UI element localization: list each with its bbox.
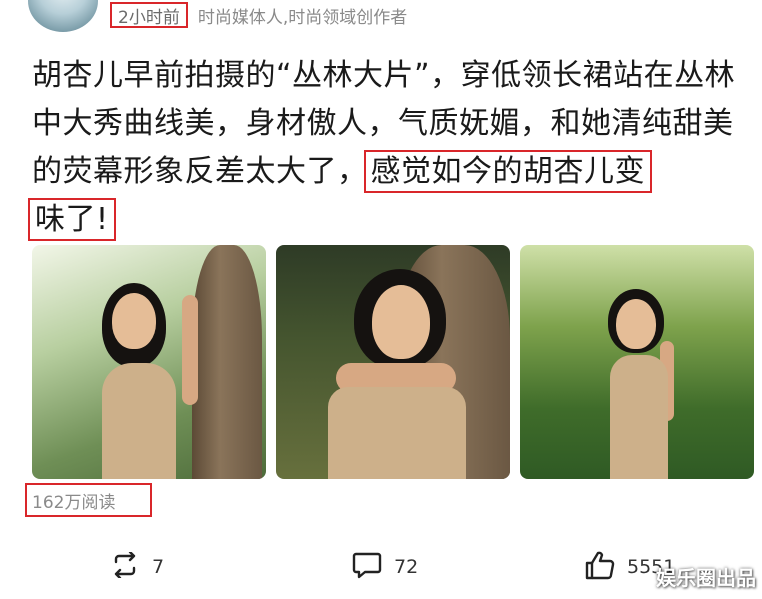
comment-button[interactable]: 72 xyxy=(352,546,418,588)
repost-button[interactable]: 7 xyxy=(110,546,164,588)
thumbs-up-icon xyxy=(585,550,615,584)
read-count-label: 162万阅读 xyxy=(32,492,116,513)
post-photo-1[interactable] xyxy=(32,245,266,479)
comment-count: 72 xyxy=(394,556,419,578)
photo-grid xyxy=(32,245,754,479)
post-photo-2[interactable] xyxy=(276,245,510,479)
watermark: 娱乐圈出品 xyxy=(656,566,756,590)
author-description: 时尚媒体人,时尚领域创作者 xyxy=(197,7,408,28)
comment-icon xyxy=(352,551,382,583)
post-text-highlight-1: 感觉如今的胡杏儿变 xyxy=(363,150,652,193)
post-meta: 2小时前 时尚媒体人,时尚领域创作者 xyxy=(110,2,407,28)
repost-count: 7 xyxy=(152,556,165,578)
author-avatar[interactable] xyxy=(28,0,98,32)
post-text: 胡杏儿早前拍摄的“丛林大片”，穿低领长裙站在丛林中大秀曲线美，身材傲人，气质妩媚… xyxy=(28,52,742,244)
read-count: 162万阅读 xyxy=(25,483,152,517)
post-text-highlight-2: 味了! xyxy=(28,198,116,241)
action-bar: 7 72 5551 xyxy=(0,546,762,588)
post-time: 2小时前 xyxy=(110,2,188,28)
repost-icon xyxy=(110,550,140,582)
post-photo-3[interactable] xyxy=(520,245,754,479)
